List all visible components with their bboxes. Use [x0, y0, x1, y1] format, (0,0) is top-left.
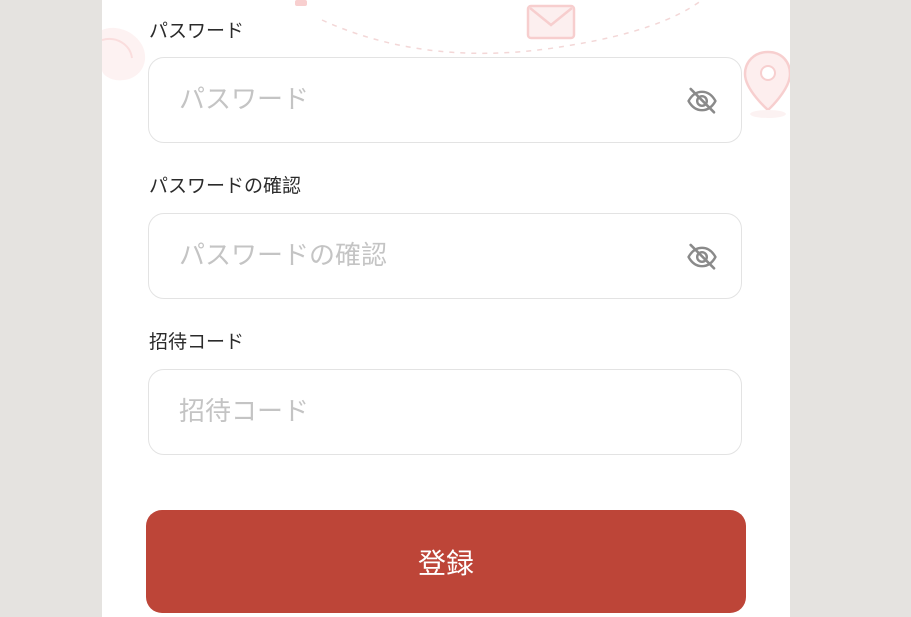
password-label: パスワード	[149, 20, 245, 42]
decorative-blob	[102, 27, 146, 81]
decorative-dot	[295, 0, 307, 6]
password-input[interactable]	[179, 58, 679, 142]
eye-off-icon[interactable]	[685, 240, 719, 274]
registration-panel: パスワード パスワードの確認 招待コード 登録	[102, 0, 790, 617]
mail-icon	[526, 4, 576, 40]
confirm-password-label: パスワードの確認	[149, 175, 302, 197]
confirm-password-input[interactable]	[179, 214, 679, 298]
eye-off-icon[interactable]	[685, 84, 719, 118]
confirm-password-field	[148, 213, 742, 299]
password-field	[148, 57, 742, 143]
invite-code-input[interactable]	[179, 370, 679, 454]
register-button[interactable]: 登録	[146, 510, 746, 613]
map-pin-icon	[743, 50, 790, 118]
decorative-arc	[321, 0, 703, 55]
register-button-label: 登録	[417, 546, 474, 580]
invite-code-field	[148, 369, 742, 455]
invite-code-label: 招待コード	[149, 331, 245, 353]
